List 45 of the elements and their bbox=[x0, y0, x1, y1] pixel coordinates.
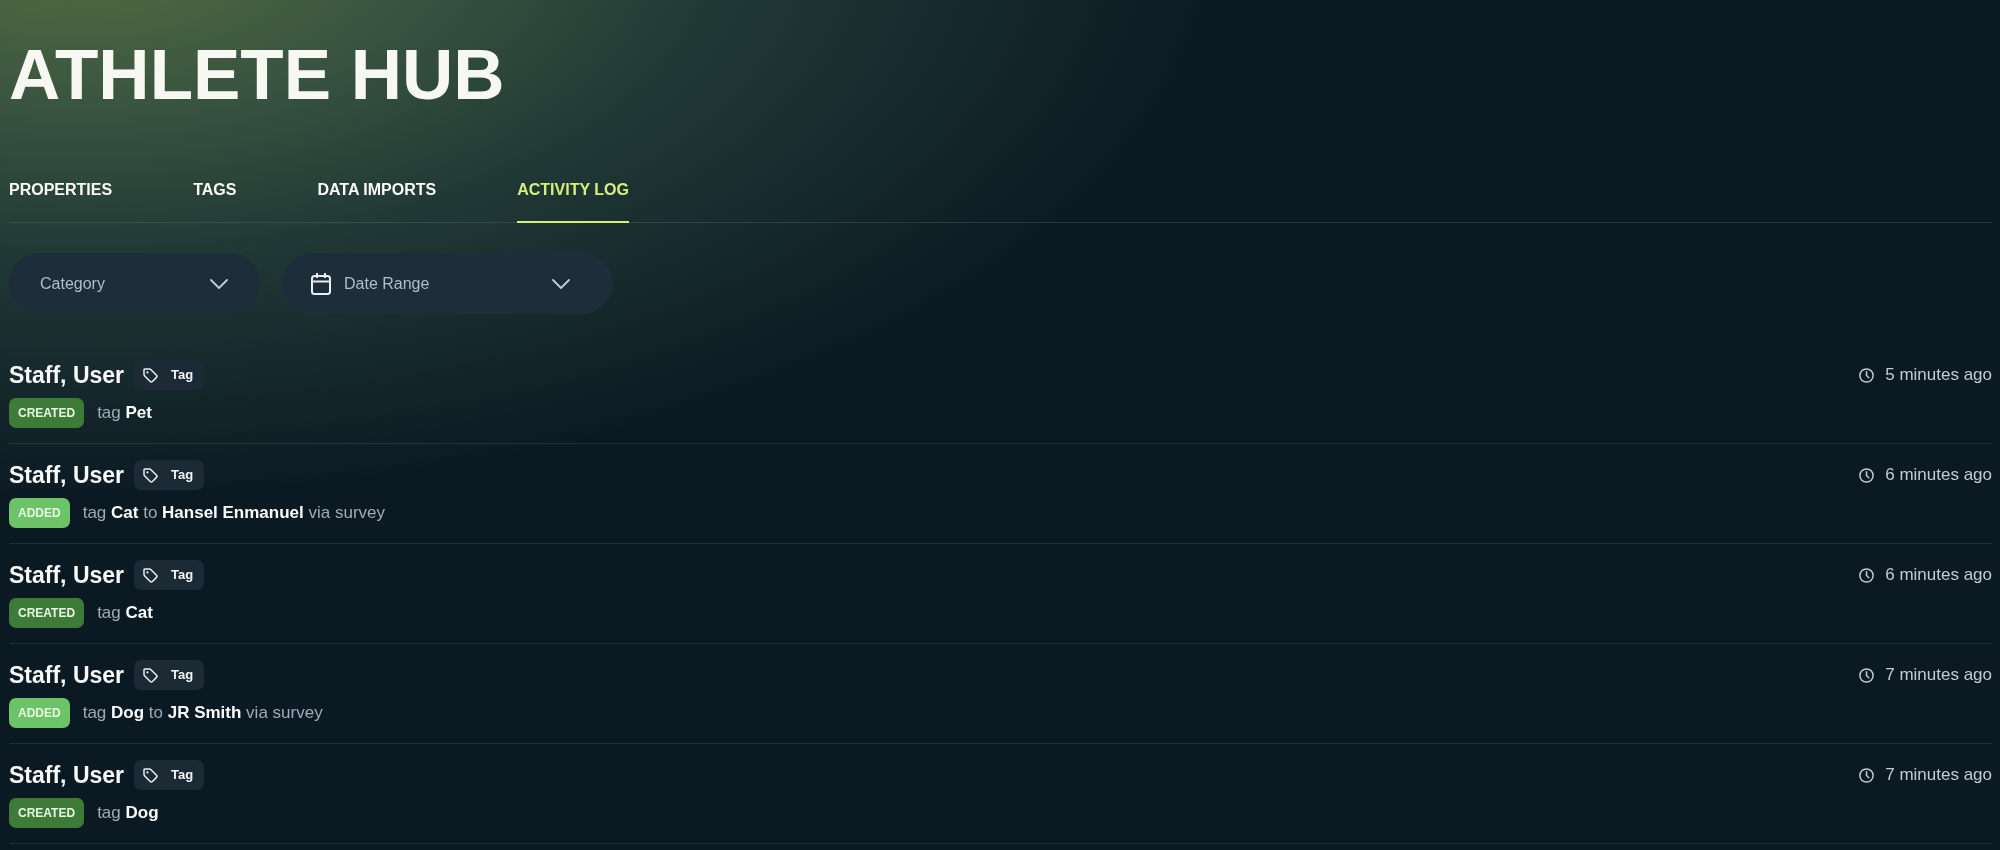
entity-label: Tag bbox=[171, 567, 194, 583]
tag-icon bbox=[143, 567, 159, 583]
actor-name: Staff, User bbox=[9, 361, 125, 390]
clock-icon bbox=[1859, 367, 1875, 383]
actor-name: Staff, User bbox=[9, 461, 125, 490]
chevron-down-icon bbox=[210, 278, 228, 289]
timestamp: 5 minutes ago bbox=[1885, 365, 1992, 385]
tag-icon bbox=[143, 367, 159, 383]
tab[interactable]: DATA IMPORTS bbox=[317, 180, 437, 223]
activity-description: tag Dog to JR Smith via survey bbox=[82, 702, 323, 724]
actor-name: Staff, User bbox=[9, 661, 125, 690]
clock-icon bbox=[1859, 467, 1875, 483]
clock-icon bbox=[1859, 767, 1875, 783]
action-badge: CREATED bbox=[9, 798, 85, 828]
timestamp: 7 minutes ago bbox=[1885, 665, 1992, 685]
timestamp: 6 minutes ago bbox=[1885, 565, 1992, 585]
clock-icon bbox=[1859, 567, 1875, 583]
category-dropdown[interactable]: Category bbox=[9, 253, 260, 314]
action-badge: CREATED bbox=[9, 398, 85, 428]
action-badge: ADDED bbox=[9, 498, 70, 528]
activity-description: tag Pet bbox=[97, 402, 152, 424]
activity-description: tag Cat to Hansel Enmanuel via survey bbox=[82, 502, 386, 524]
activity-description: tag Dog bbox=[97, 802, 159, 824]
page-title: ATHLETE HUB bbox=[9, 39, 505, 110]
entity-label: Tag bbox=[171, 767, 194, 783]
timestamp: 7 minutes ago bbox=[1885, 765, 1992, 785]
tag-icon bbox=[143, 667, 159, 683]
actor-name: Staff, User bbox=[9, 761, 125, 790]
calendar-icon bbox=[311, 272, 331, 295]
date-range-dropdown[interactable]: Date Range bbox=[282, 253, 613, 314]
action-badge: ADDED bbox=[9, 698, 70, 728]
tab[interactable]: ACTIVITY LOG bbox=[517, 180, 629, 223]
tab[interactable]: PROPERTIES bbox=[9, 180, 113, 223]
tab[interactable]: TAGS bbox=[193, 180, 237, 223]
entity-label: Tag bbox=[171, 467, 194, 483]
activity-description: tag Cat bbox=[97, 602, 153, 624]
action-badge: CREATED bbox=[9, 598, 85, 628]
entity-label: Tag bbox=[171, 667, 194, 683]
entity-label: Tag bbox=[171, 367, 194, 383]
chevron-down-icon bbox=[552, 278, 570, 289]
tag-icon bbox=[143, 767, 159, 783]
timestamp: 6 minutes ago bbox=[1885, 465, 1992, 485]
clock-icon bbox=[1859, 667, 1875, 683]
tag-icon bbox=[143, 467, 159, 483]
actor-name: Staff, User bbox=[9, 561, 125, 590]
